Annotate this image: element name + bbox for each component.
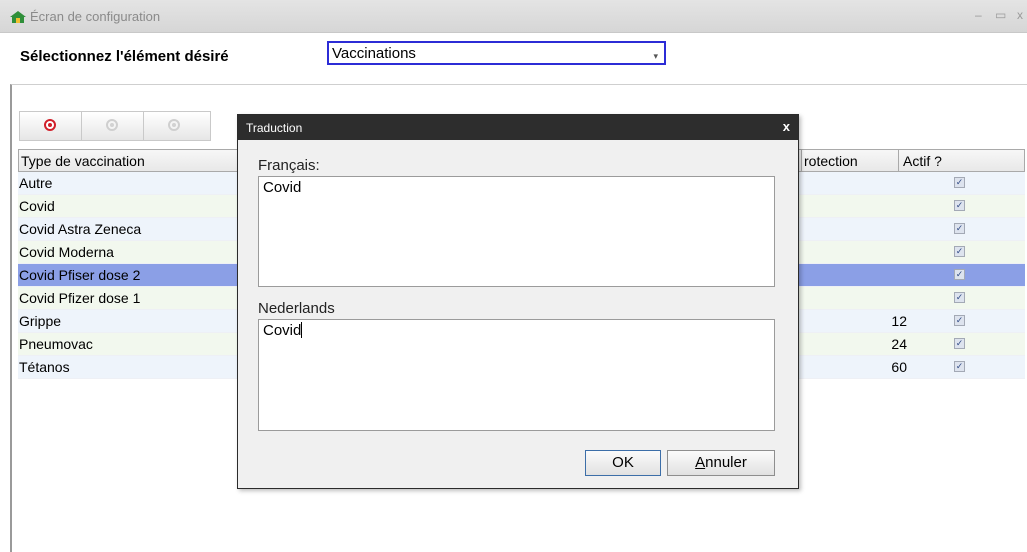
french-value: Covid <box>263 179 302 196</box>
ok-button[interactable]: OK <box>585 450 661 476</box>
vaccination-name-cell: Autre <box>19 175 53 191</box>
french-label: Français: <box>258 157 320 174</box>
dialog-title: Traduction <box>246 121 303 135</box>
delete-record-icon <box>168 119 180 131</box>
edit-record-button[interactable] <box>82 112 144 140</box>
active-checkbox[interactable]: ✓ <box>954 246 965 257</box>
vaccination-name-cell: Covid Pfizer dose 1 <box>19 290 141 306</box>
vaccination-name-cell: Covid <box>19 198 55 214</box>
cancel-button[interactable]: Annuler <box>667 450 775 476</box>
window-titlebar: Écran de configuration – ▭ x <box>0 0 1027 33</box>
minimize-button[interactable]: – <box>975 8 982 22</box>
active-checkbox[interactable]: ✓ <box>954 223 965 234</box>
element-selector-dropdown[interactable]: Vaccinations ▾ <box>327 41 666 65</box>
column-separator <box>898 150 899 172</box>
element-selector-label: Sélectionnez l'élément désiré <box>20 48 229 65</box>
maximize-button[interactable]: ▭ <box>995 8 1006 22</box>
column-separator <box>801 150 802 172</box>
column-header-type[interactable]: Type de vaccination <box>21 153 145 169</box>
dutch-textarea[interactable]: Covid <box>258 319 775 431</box>
home-config-icon <box>10 11 26 23</box>
vaccination-name-cell: Covid Pfiser dose 2 <box>19 267 141 283</box>
vaccination-name-cell: Covid Astra Zeneca <box>19 221 142 237</box>
active-checkbox[interactable]: ✓ <box>954 200 965 211</box>
text-cursor <box>301 322 303 338</box>
close-window-button[interactable]: x <box>1017 8 1023 22</box>
grid-toolbar <box>19 111 211 141</box>
dutch-text-wrap: Covid <box>263 322 303 339</box>
vaccination-name-cell: Covid Moderna <box>19 244 114 260</box>
active-checkbox[interactable]: ✓ <box>954 338 965 349</box>
delete-record-button[interactable] <box>144 112 210 140</box>
column-header-protection[interactable]: rotection <box>804 153 858 169</box>
edit-record-icon <box>106 119 118 131</box>
vaccination-name-cell: Pneumovac <box>19 336 93 352</box>
add-record-button[interactable] <box>20 112 82 140</box>
vaccination-name-cell: Tétanos <box>19 359 70 375</box>
element-selector-value: Vaccinations <box>332 45 416 62</box>
dutch-value: Covid <box>263 322 302 339</box>
translation-dialog: Traduction x Français: Covid Nederlands … <box>237 114 799 489</box>
active-checkbox[interactable]: ✓ <box>954 315 965 326</box>
active-checkbox[interactable]: ✓ <box>954 292 965 303</box>
active-checkbox[interactable]: ✓ <box>954 269 965 280</box>
active-checkbox[interactable]: ✓ <box>954 361 965 372</box>
add-record-icon <box>44 119 56 131</box>
protection-cell: 12 <box>891 313 907 329</box>
close-icon[interactable]: x <box>783 119 790 134</box>
window-title: Écran de configuration <box>30 9 161 24</box>
chevron-down-icon: ▾ <box>653 51 658 61</box>
dialog-titlebar: Traduction x <box>238 115 798 140</box>
vaccination-name-cell: Grippe <box>19 313 62 329</box>
french-textarea[interactable]: Covid <box>258 176 775 287</box>
active-checkbox[interactable]: ✓ <box>954 177 965 188</box>
protection-cell: 60 <box>891 359 907 375</box>
dutch-label: Nederlands <box>258 300 335 317</box>
protection-cell: 24 <box>891 336 907 352</box>
column-header-active[interactable]: Actif ? <box>903 153 942 169</box>
